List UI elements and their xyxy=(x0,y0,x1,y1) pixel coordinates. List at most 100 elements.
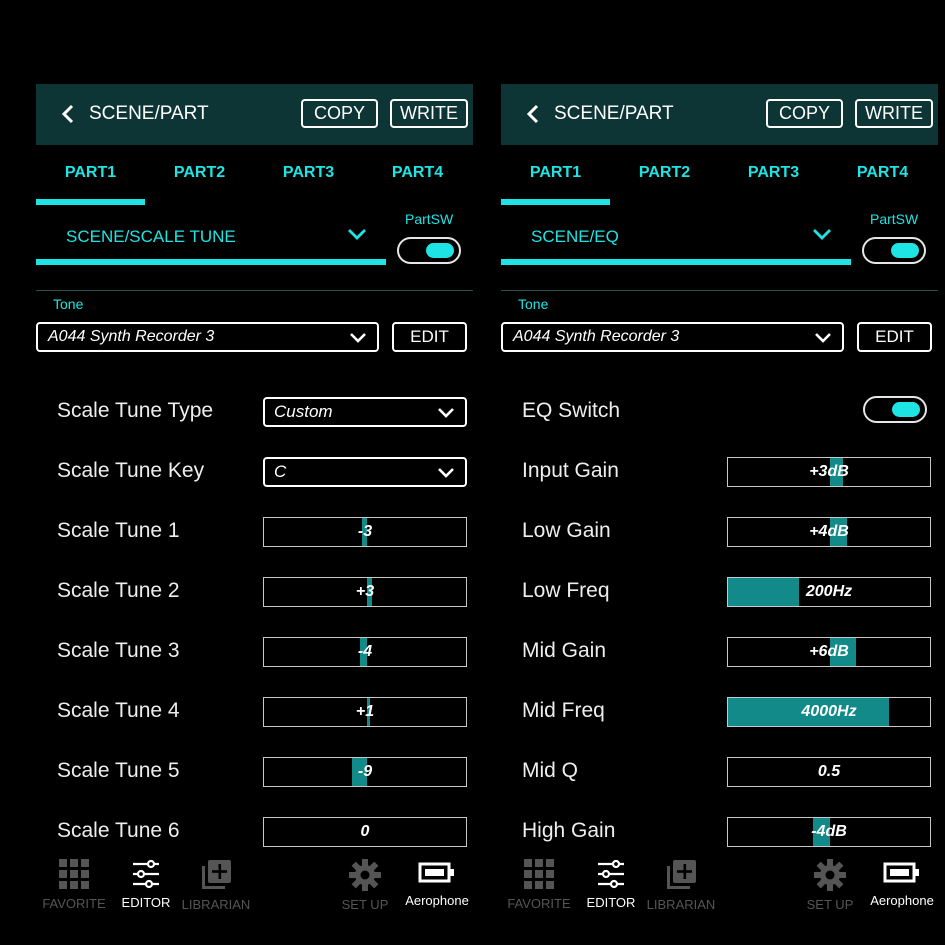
nav-label: LIBRARIAN xyxy=(646,897,716,912)
toggle-knob xyxy=(426,243,454,258)
part-tabs: PART1 PART2 PART3 PART4 xyxy=(36,150,473,206)
grid-icon xyxy=(499,859,579,890)
param-label: Scale Tune 5 xyxy=(57,759,180,782)
slider-value: -4dB xyxy=(811,823,847,840)
toggle-knob xyxy=(891,243,919,258)
high-gain-slider[interactable]: -4dB xyxy=(727,817,931,847)
param-row-scale-tune-type: Scale Tune Type Custom xyxy=(0,393,472,433)
tone-value: A044 Synth Recorder 3 xyxy=(48,328,215,345)
slider-value: 4000Hz xyxy=(801,703,857,720)
slider-value: +6dB xyxy=(809,643,849,660)
param-label: Scale Tune 2 xyxy=(57,579,180,602)
param-label: Scale Tune 6 xyxy=(57,819,180,842)
section-underline xyxy=(501,259,851,265)
nav-set-up[interactable]: SET UP xyxy=(790,855,870,912)
dropdown-value: C xyxy=(274,462,287,481)
nav-favorite[interactable]: FAVORITE xyxy=(499,855,579,911)
tab-part1[interactable]: PART1 xyxy=(36,164,145,182)
input-gain-slider[interactable]: +3dB xyxy=(727,457,931,487)
low-freq-slider[interactable]: 200Hz xyxy=(727,577,931,607)
param-row-input-gain: Input Gain +3dB xyxy=(465,453,937,493)
tab-part3[interactable]: PART3 xyxy=(254,164,363,182)
sliders-icon xyxy=(571,859,651,889)
nav-editor[interactable]: EDITOR xyxy=(106,855,186,910)
chevron-down-icon xyxy=(438,408,454,418)
chevron-down-icon xyxy=(815,333,831,343)
copy-button[interactable]: COPY xyxy=(301,99,378,128)
nav-librarian[interactable]: LIBRARIAN xyxy=(641,855,721,912)
left-panel: SCENE/PART COPY WRITE PART1 PART2 PART3 PAR… xyxy=(0,0,473,945)
nav-editor[interactable]: EDITOR xyxy=(571,855,651,910)
header-title: SCENE/PART xyxy=(554,103,674,124)
section-dropdown[interactable]: SCENE/EQ xyxy=(531,227,619,247)
scale-tune-6-slider[interactable]: 0 xyxy=(263,817,467,847)
slider-value: +1 xyxy=(355,703,375,720)
nav-label: SET UP xyxy=(341,897,389,912)
scale-tune-3-slider[interactable]: -4 xyxy=(263,637,467,667)
tab-part1[interactable]: PART1 xyxy=(501,164,610,182)
scale-tune-2-slider[interactable]: +3 xyxy=(263,577,467,607)
param-label: Scale Tune Type xyxy=(57,399,214,422)
back-arrow-icon[interactable] xyxy=(58,102,78,126)
mid-freq-slider[interactable]: 4000Hz xyxy=(727,697,931,727)
low-gain-slider[interactable]: +4dB xyxy=(727,517,931,547)
write-button[interactable]: WRITE xyxy=(390,99,468,128)
mid-gain-slider[interactable]: +6dB xyxy=(727,637,931,667)
nav-librarian[interactable]: LIBRARIAN xyxy=(176,855,256,912)
mid-q-slider[interactable]: 0.5 xyxy=(727,757,931,787)
nav-aerophone[interactable]: Aerophone xyxy=(862,855,942,908)
partsw-toggle[interactable] xyxy=(397,237,461,264)
copy-button[interactable]: COPY xyxy=(766,99,843,128)
edit-tone-button[interactable]: EDIT xyxy=(392,322,467,352)
scale-tune-key-dropdown[interactable]: C xyxy=(263,457,467,487)
slider-value: -4 xyxy=(357,643,373,660)
param-row-scale-tune-3: Scale Tune 3 -4 xyxy=(0,633,472,673)
tab-part2[interactable]: PART2 xyxy=(610,164,719,182)
param-row-scale-tune-4: Scale Tune 4 +1 xyxy=(0,693,472,733)
slider-value: +3 xyxy=(355,583,375,600)
section-dropdown[interactable]: SCENE/SCALE TUNE xyxy=(66,227,236,247)
param-label: EQ Switch xyxy=(522,399,621,422)
slider-value: 200Hz xyxy=(805,583,853,600)
tab-part2[interactable]: PART2 xyxy=(145,164,254,182)
slider-value: -3 xyxy=(357,523,373,540)
dropdown-value: Custom xyxy=(274,402,333,421)
nav-label: SET UP xyxy=(806,897,854,912)
param-label: High Gain xyxy=(522,819,616,842)
write-button[interactable]: WRITE xyxy=(855,99,933,128)
grid-icon xyxy=(34,859,114,890)
param-label: Scale Tune Key xyxy=(57,459,205,482)
nav-label: FAVORITE xyxy=(42,896,106,911)
library-add-icon xyxy=(176,859,256,891)
nav-favorite[interactable]: FAVORITE xyxy=(34,855,114,911)
param-row-mid-freq: Mid Freq 4000Hz xyxy=(465,693,937,733)
param-label: Low Freq xyxy=(522,579,610,602)
slider-value: 0.5 xyxy=(817,763,841,780)
tone-select[interactable]: A044 Synth Recorder 3 xyxy=(501,322,844,352)
scale-tune-5-slider[interactable]: -9 xyxy=(263,757,467,787)
partsw-toggle[interactable] xyxy=(862,237,926,264)
chevron-down-icon xyxy=(438,468,454,478)
chevron-down-icon[interactable] xyxy=(811,226,833,242)
gear-icon xyxy=(325,859,405,891)
nav-set-up[interactable]: SET UP xyxy=(325,855,405,912)
slider-value: 0 xyxy=(360,823,370,840)
back-arrow-icon[interactable] xyxy=(523,102,543,126)
scale-tune-1-slider[interactable]: -3 xyxy=(263,517,467,547)
section-underline xyxy=(36,259,386,265)
scale-tune-4-slider[interactable]: +1 xyxy=(263,697,467,727)
tab-part4[interactable]: PART4 xyxy=(828,164,937,182)
tab-part4[interactable]: PART4 xyxy=(363,164,472,182)
tone-select[interactable]: A044 Synth Recorder 3 xyxy=(36,322,379,352)
edit-tone-button[interactable]: EDIT xyxy=(857,322,932,352)
chevron-down-icon xyxy=(350,333,366,343)
bottom-nav: FAVORITE EDITOR LIBRARIAN SET UP Aeropho… xyxy=(501,855,938,915)
toggle-knob xyxy=(892,402,920,417)
param-label: Mid Q xyxy=(522,759,579,782)
eq-switch-toggle[interactable] xyxy=(863,396,927,423)
scale-tune-type-dropdown[interactable]: Custom xyxy=(263,397,467,427)
tab-part3[interactable]: PART3 xyxy=(719,164,828,182)
param-row-scale-tune-5: Scale Tune 5 -9 xyxy=(0,753,472,793)
chevron-down-icon[interactable] xyxy=(346,226,368,242)
param-row-scale-tune-2: Scale Tune 2 +3 xyxy=(0,573,472,613)
